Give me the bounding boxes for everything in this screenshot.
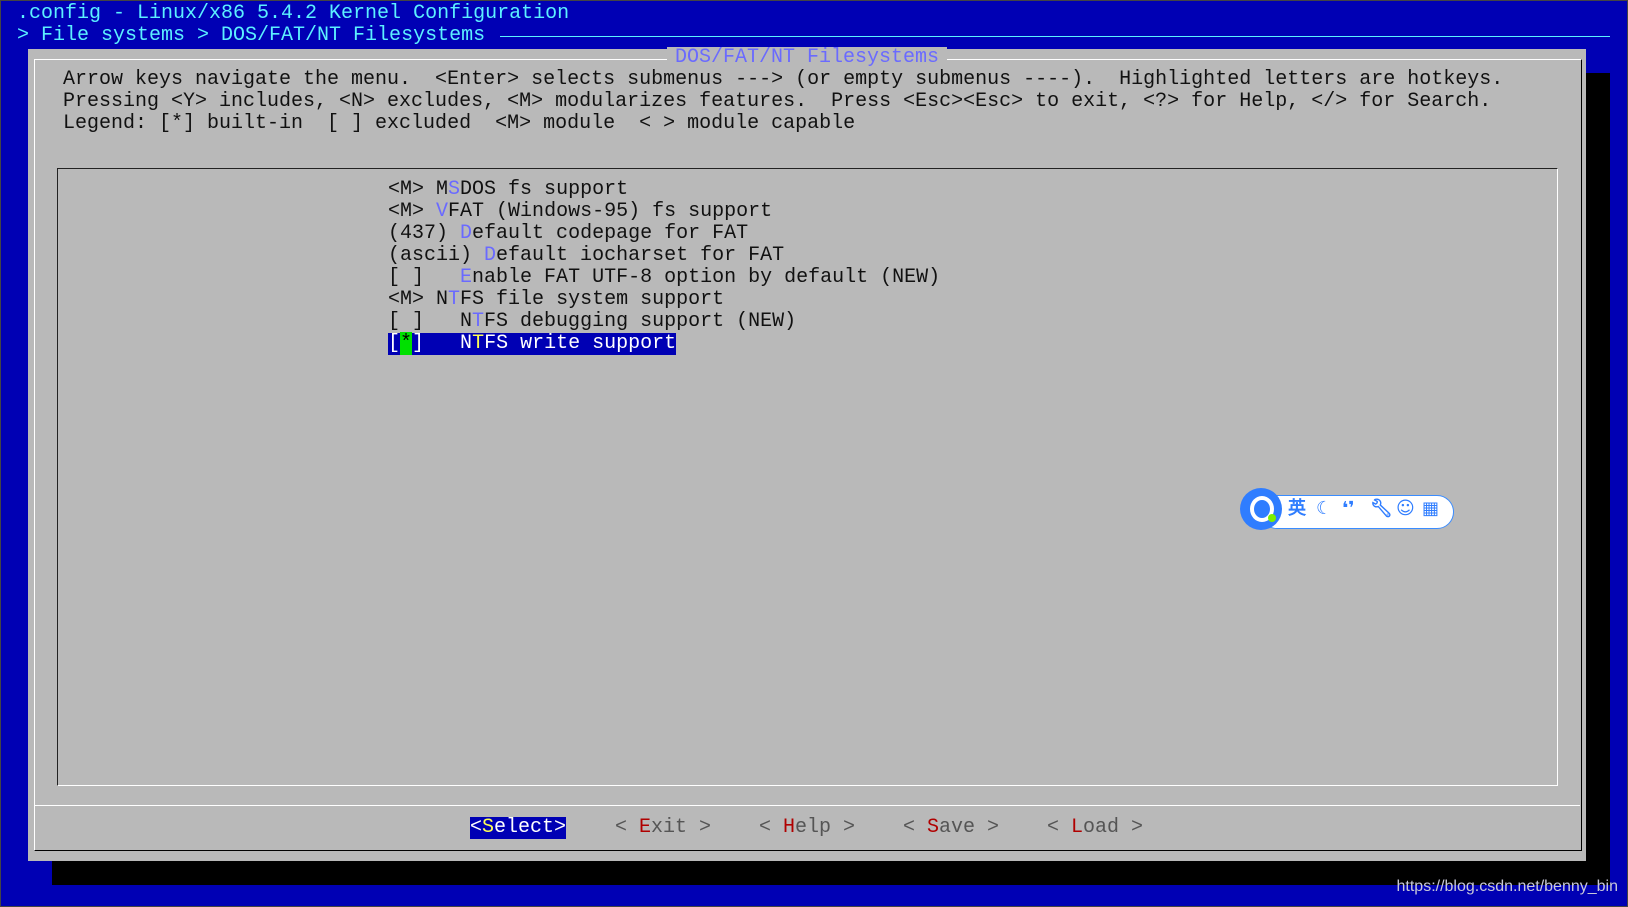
item-hotkey: V bbox=[436, 200, 449, 223]
item-label: FAT (Windows-95) fs support bbox=[448, 200, 773, 223]
button-text: E bbox=[639, 816, 652, 839]
button-text: oad bbox=[1083, 816, 1120, 839]
item-label: N bbox=[424, 310, 473, 333]
load-button[interactable]: < Load > bbox=[1047, 817, 1143, 839]
help-line-1: Arrow keys navigate the menu. <Enter> se… bbox=[63, 68, 1504, 91]
item-label: N bbox=[424, 288, 449, 311]
item-label bbox=[424, 266, 460, 289]
emoji-icon[interactable]: ☺ bbox=[1396, 498, 1415, 520]
config-dialog: DOS/FAT/NT Filesystems Arrow keys naviga… bbox=[28, 47, 1586, 861]
item-label bbox=[472, 244, 484, 267]
menu-item-msdos[interactable]: <M> MSDOS fs support bbox=[388, 179, 628, 201]
help-button[interactable]: < Help > bbox=[759, 817, 855, 839]
checkbox-mark[interactable]: * bbox=[400, 332, 413, 355]
item-label: FS file system support bbox=[460, 288, 725, 311]
button-text: S bbox=[927, 816, 940, 839]
item-state: (437) bbox=[388, 222, 449, 245]
moon-icon[interactable]: ☾ bbox=[1316, 498, 1332, 520]
button-text: > bbox=[554, 816, 567, 839]
button-text: < bbox=[759, 816, 784, 839]
menu-item-utf8[interactable]: [ ] Enable FAT UTF-8 option by default (… bbox=[388, 267, 940, 289]
help-line-3: Legend: [*] built-in [ ] excluded <M> mo… bbox=[63, 112, 856, 135]
punctuation-icon[interactable]: ❛❜ bbox=[1342, 498, 1354, 520]
button-text: S bbox=[482, 816, 495, 839]
item-label: nable FAT UTF-8 option by default (NEW) bbox=[472, 266, 941, 289]
breadcrumb: > File systems > DOS/FAT/NT Filesystems bbox=[17, 24, 486, 47]
item-label: M bbox=[424, 178, 449, 201]
checkbox-close: ] bbox=[412, 332, 425, 355]
item-state: [ ] bbox=[388, 310, 425, 333]
button-text: elect bbox=[494, 816, 555, 839]
item-hotkey: D bbox=[484, 244, 497, 267]
item-hotkey: T bbox=[448, 288, 461, 311]
item-label: FS write support bbox=[484, 332, 677, 355]
button-text: < bbox=[1047, 816, 1072, 839]
item-label bbox=[424, 200, 436, 223]
select-button[interactable]: <Select> bbox=[470, 816, 567, 839]
item-state: <M> bbox=[388, 178, 425, 201]
button-text: > bbox=[1119, 816, 1144, 839]
exit-button[interactable]: < Exit > bbox=[615, 817, 711, 839]
ime-logo-icon[interactable] bbox=[1240, 488, 1282, 530]
dialog-title: DOS/FAT/NT Filesystems bbox=[667, 47, 948, 69]
menu-list: <M> MSDOS fs support <M> VFAT (Windows-9… bbox=[57, 168, 1558, 786]
button-text: elp bbox=[795, 816, 832, 839]
button-text: < bbox=[615, 816, 640, 839]
menu-item-codepage[interactable]: (437) Default codepage for FAT bbox=[388, 223, 748, 245]
button-text: xit bbox=[651, 816, 688, 839]
ime-toolbar[interactable]: 英 ☾ ❛❜ 🔧︎ ☺ ▦ bbox=[1240, 488, 1454, 530]
menu-item-ntfs[interactable]: <M> NTFS file system support bbox=[388, 289, 724, 311]
item-state: (ascii) bbox=[388, 244, 473, 267]
menu-item-ntfs-write-selected[interactable]: [*] NTFS write support bbox=[388, 332, 677, 355]
item-label: N bbox=[424, 332, 473, 355]
item-label: efault iocharset for FAT bbox=[496, 244, 785, 267]
button-text: > bbox=[831, 816, 856, 839]
button-text: L bbox=[1071, 816, 1084, 839]
watermark: https://blog.csdn.net/benny_bin bbox=[1396, 878, 1619, 895]
item-hotkey: T bbox=[472, 310, 485, 333]
item-state: <M> bbox=[388, 200, 425, 223]
menu-item-iocharset[interactable]: (ascii) Default iocharset for FAT bbox=[388, 245, 784, 267]
grid-icon[interactable]: ▦ bbox=[1422, 498, 1439, 520]
wrench-icon[interactable]: 🔧︎ bbox=[1370, 498, 1393, 520]
checkbox-open: [ bbox=[388, 332, 401, 355]
item-state: [ ] bbox=[388, 266, 425, 289]
help-line-2: Pressing <Y> includes, <N> excludes, <M>… bbox=[63, 90, 1492, 113]
window-title: .config - Linux/x86 5.4.2 Kernel Configu… bbox=[17, 2, 570, 25]
item-hotkey: S bbox=[448, 178, 461, 201]
button-text: H bbox=[783, 816, 796, 839]
button-text: > bbox=[687, 816, 712, 839]
button-text: < bbox=[903, 816, 928, 839]
menu-item-vfat[interactable]: <M> VFAT (Windows-95) fs support bbox=[388, 201, 772, 223]
button-text: > bbox=[975, 816, 1000, 839]
language-toggle[interactable]: 英 bbox=[1288, 498, 1306, 520]
item-hotkey: D bbox=[460, 222, 473, 245]
breadcrumb-rule bbox=[500, 36, 1610, 37]
item-hotkey: E bbox=[460, 266, 473, 289]
item-label: efault codepage for FAT bbox=[472, 222, 749, 245]
button-text: < bbox=[470, 816, 483, 839]
button-separator bbox=[34, 805, 1580, 806]
button-text: ave bbox=[939, 816, 976, 839]
menu-item-ntfs-debug[interactable]: [ ] NTFS debugging support (NEW) bbox=[388, 311, 796, 333]
item-label: FS debugging support (NEW) bbox=[484, 310, 797, 333]
item-label: DOS fs support bbox=[460, 178, 629, 201]
save-button[interactable]: < Save > bbox=[903, 817, 999, 839]
item-state: <M> bbox=[388, 288, 425, 311]
item-hotkey: T bbox=[472, 332, 485, 355]
item-label bbox=[448, 222, 460, 245]
